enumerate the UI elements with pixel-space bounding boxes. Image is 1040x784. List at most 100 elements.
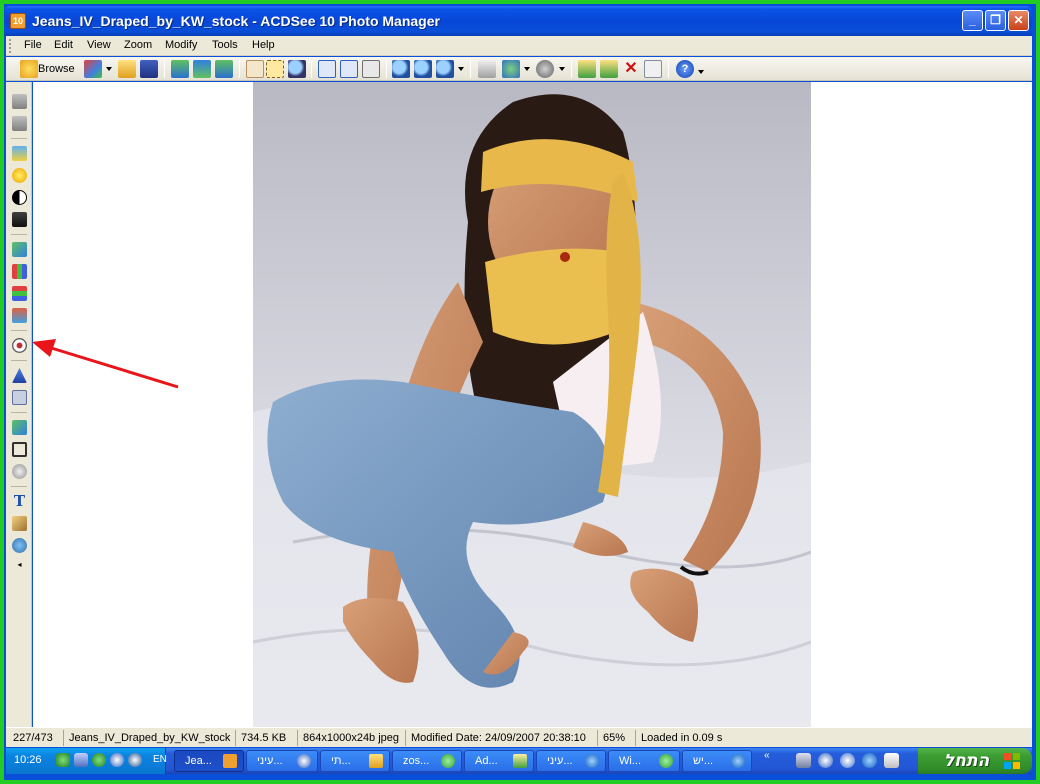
- rotate-left-icon[interactable]: [318, 60, 336, 78]
- clock[interactable]: 10:26: [14, 754, 42, 766]
- red-eye-icon[interactable]: [12, 338, 27, 353]
- task-button[interactable]: תי...: [320, 750, 390, 772]
- chevron-down-icon[interactable]: [524, 67, 530, 71]
- chevron-down-icon[interactable]: [106, 67, 112, 71]
- ie-icon[interactable]: [862, 753, 877, 768]
- browse-button-label[interactable]: Browse: [38, 63, 75, 75]
- menu-help[interactable]: Help: [252, 39, 275, 51]
- task-button[interactable]: עיני...: [246, 750, 318, 772]
- restore-button[interactable]: ❐: [985, 10, 1006, 31]
- select-tool-icon[interactable]: [266, 60, 284, 78]
- edit-paint-icon[interactable]: [84, 60, 102, 78]
- text-icon[interactable]: T: [12, 494, 27, 509]
- noise-icon[interactable]: [12, 390, 27, 405]
- status-filesize: 734.5 KB: [236, 730, 298, 746]
- acdsee-icon[interactable]: 10: [10, 13, 26, 29]
- task-button[interactable]: Ad...: [464, 750, 534, 772]
- app-icon: [297, 754, 311, 768]
- notepad-icon[interactable]: [884, 753, 899, 768]
- histogram-icon[interactable]: [12, 264, 27, 279]
- crop-icon[interactable]: [12, 442, 27, 457]
- repair-icon[interactable]: [12, 516, 27, 531]
- color-balance-icon[interactable]: [12, 286, 27, 301]
- menu-file[interactable]: File: [24, 39, 42, 51]
- browse-icon[interactable]: [20, 60, 38, 78]
- media-player-icon[interactable]: [840, 753, 855, 768]
- folder-icon: [369, 754, 383, 768]
- system-tray: 10:26 EN: [6, 748, 167, 774]
- menu-modify[interactable]: Modify: [165, 39, 197, 51]
- fit-icon[interactable]: [362, 60, 380, 78]
- lighting-icon[interactable]: [12, 168, 27, 183]
- watermark-icon[interactable]: [12, 538, 27, 553]
- delete-icon[interactable]: ✕: [622, 60, 640, 78]
- zoom-tool-icon[interactable]: [288, 60, 306, 78]
- help-icon[interactable]: ?: [676, 60, 694, 78]
- print-icon[interactable]: [478, 60, 496, 78]
- properties-icon[interactable]: [644, 60, 662, 78]
- task-label: zos...: [403, 755, 430, 767]
- zoom-out-icon[interactable]: [414, 60, 432, 78]
- open-folder-icon[interactable]: [118, 60, 136, 78]
- send-icon[interactable]: [502, 60, 520, 78]
- chevron-down-icon[interactable]: [458, 67, 464, 71]
- rotate-right-icon[interactable]: [340, 60, 358, 78]
- toolbar-divider: [470, 60, 471, 78]
- task-button[interactable]: zos...: [392, 750, 462, 772]
- close-button[interactable]: ✕: [1008, 10, 1029, 31]
- opera-icon[interactable]: [818, 753, 833, 768]
- menu-grip[interactable]: [9, 39, 12, 53]
- contrast-icon[interactable]: [12, 190, 27, 205]
- network-icon[interactable]: [56, 753, 70, 767]
- quicklaunch-chevron[interactable]: «: [764, 750, 770, 761]
- messenger-tray-icon[interactable]: [92, 753, 106, 767]
- show-desktop-icon[interactable]: [796, 753, 811, 768]
- slideshow-icon[interactable]: [193, 60, 211, 78]
- task-button[interactable]: עיני...: [536, 750, 606, 772]
- menu-view[interactable]: View: [87, 39, 111, 51]
- chevron-down-icon[interactable]: [559, 67, 565, 71]
- opera-tray-icon[interactable]: [110, 753, 124, 767]
- chevron-down-icon[interactable]: [698, 70, 704, 74]
- task-label: Wi...: [619, 755, 641, 767]
- save-icon[interactable]: [140, 60, 158, 78]
- shadow-highlight-icon[interactable]: [12, 212, 27, 227]
- next-image-icon[interactable]: [215, 60, 233, 78]
- photo-image[interactable]: [253, 82, 811, 727]
- tray-expand-icon[interactable]: [128, 753, 142, 767]
- effects-icon[interactable]: [12, 420, 27, 435]
- zoom-icon[interactable]: [436, 60, 454, 78]
- task-button[interactable]: יש...: [682, 750, 752, 772]
- task-button-acdsee[interactable]: Jea...: [174, 750, 244, 772]
- redo-icon[interactable]: [12, 116, 27, 131]
- task-label: עיני...: [547, 755, 573, 767]
- levels-icon[interactable]: [12, 242, 27, 257]
- ie-icon: [731, 754, 745, 768]
- title-bar[interactable]: 10 Jeans_IV_Draped_by_KW_stock - ACDSee …: [4, 6, 1032, 36]
- menu-zoom[interactable]: Zoom: [124, 39, 152, 51]
- more-icon[interactable]: ◂: [12, 557, 27, 572]
- minimize-icon: _: [969, 13, 976, 27]
- task-label: יש...: [693, 755, 714, 767]
- menu-tools[interactable]: Tools: [212, 39, 238, 51]
- menu-edit[interactable]: Edit: [54, 39, 73, 51]
- toolbar-divider: [311, 60, 312, 78]
- toolbar-divider: [668, 60, 669, 78]
- move-icon[interactable]: [578, 60, 596, 78]
- start-button[interactable]: התחל: [918, 748, 1032, 774]
- sidebar-divider: [11, 412, 27, 413]
- color-icon[interactable]: [12, 308, 27, 323]
- sharpen-icon[interactable]: [12, 368, 27, 383]
- rating-icon[interactable]: [536, 60, 554, 78]
- monitor-icon[interactable]: [74, 753, 88, 767]
- rotate-icon[interactable]: [12, 464, 27, 479]
- language-indicator[interactable]: EN: [153, 754, 167, 765]
- copy-icon[interactable]: [600, 60, 618, 78]
- auto-exposure-icon[interactable]: [12, 146, 27, 161]
- hand-tool-icon[interactable]: [246, 60, 264, 78]
- minimize-button[interactable]: _: [962, 10, 983, 31]
- prev-image-icon[interactable]: [171, 60, 189, 78]
- zoom-in-icon[interactable]: [392, 60, 410, 78]
- undo-icon[interactable]: [12, 94, 27, 109]
- task-button[interactable]: Wi...: [608, 750, 680, 772]
